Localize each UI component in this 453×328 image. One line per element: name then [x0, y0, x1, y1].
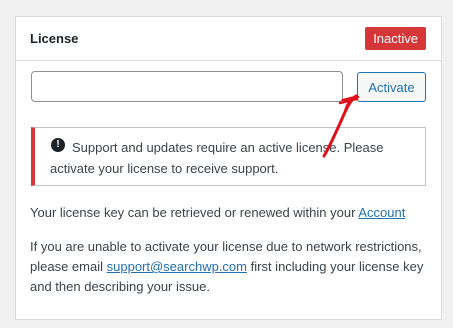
status-badge: Inactive	[365, 27, 426, 50]
license-key-input[interactable]	[31, 71, 343, 102]
notice-text: Support and updates require an active li…	[50, 140, 384, 176]
card-header: License Inactive	[16, 17, 441, 61]
support-help-text: If you are unable to activate your licen…	[30, 237, 430, 297]
activate-button[interactable]: Activate	[357, 72, 426, 102]
card-title: License	[30, 31, 79, 46]
account-info-label: Your license key can be retrieved or ren…	[30, 205, 356, 220]
support-email-link[interactable]: support@searchwp.com	[107, 259, 247, 274]
account-link[interactable]: Account	[358, 205, 405, 220]
license-notice: ! Support and updates require an active …	[31, 127, 426, 186]
license-card: License Inactive Activate ! Support and …	[15, 16, 442, 320]
account-info-text: Your license key can be retrieved or ren…	[30, 203, 430, 223]
